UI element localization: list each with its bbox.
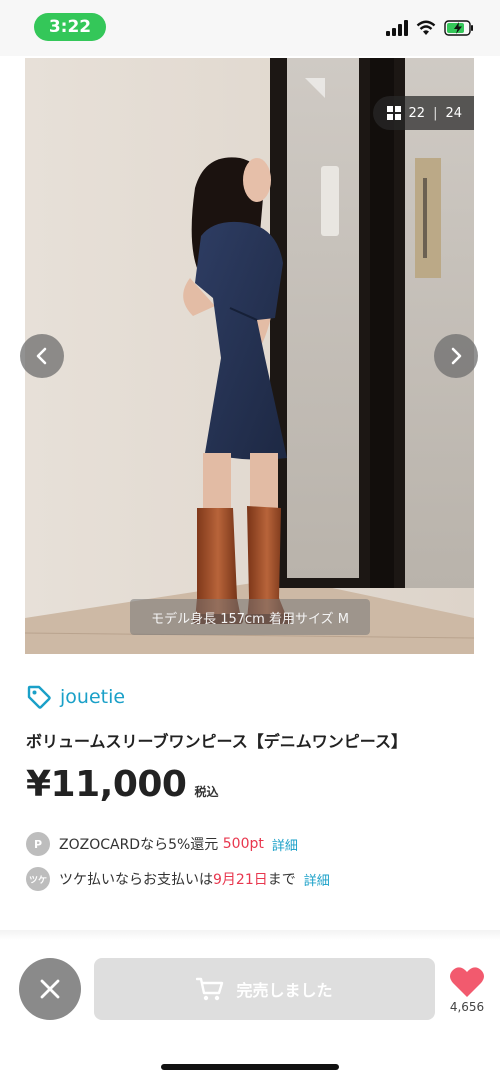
tsuke-date: 9月21日 bbox=[213, 872, 268, 888]
zozocard-text: ZOZOCARDなら5%還元 bbox=[59, 837, 223, 853]
tsuke-icon: ツケ bbox=[26, 867, 50, 891]
favorite-button[interactable]: 4,656 bbox=[445, 966, 489, 1014]
sold-out-label: 完売しました bbox=[236, 981, 333, 1000]
chevron-left-icon bbox=[36, 347, 47, 365]
counter-separator: | bbox=[433, 105, 438, 121]
status-time: 3:22 bbox=[34, 13, 106, 41]
model-size-caption: モデル身長 157cm 着用サイズ M bbox=[130, 599, 370, 635]
favorite-count: 4,656 bbox=[449, 1000, 485, 1014]
tax-label: 税込 bbox=[194, 785, 219, 799]
grid-icon bbox=[386, 106, 401, 120]
tsuke-text-after: まで bbox=[267, 872, 296, 888]
counter-current: 22 bbox=[408, 105, 426, 121]
brand-link[interactable]: jouetie bbox=[26, 684, 125, 710]
status-bar: 3:22 bbox=[0, 0, 500, 56]
product-photo bbox=[25, 58, 474, 654]
wifi-icon bbox=[416, 20, 436, 35]
brand-name[interactable]: jouetie bbox=[60, 686, 125, 708]
tsuke-promo: ツケ ツケ払いならお支払いは 9月21日 まで 詳細 bbox=[26, 866, 330, 892]
zozocard-detail-link[interactable]: 詳細 bbox=[272, 835, 298, 854]
product-price: ¥11,000 bbox=[26, 764, 187, 805]
home-indicator bbox=[161, 1064, 339, 1070]
price-row: ¥11,000 税込 bbox=[26, 764, 218, 805]
battery-charging-icon bbox=[444, 20, 473, 36]
tag-icon bbox=[27, 685, 51, 709]
status-icons bbox=[386, 18, 474, 38]
tsuke-text-before: ツケ払いならお支払いは bbox=[59, 872, 213, 888]
product-title: ボリュームスリーブワンピース【デニムワンピース】 bbox=[26, 732, 407, 751]
close-icon bbox=[40, 979, 60, 999]
next-image-button[interactable] bbox=[434, 334, 478, 378]
bottom-divider bbox=[0, 930, 500, 940]
image-counter[interactable]: 22 | 24 bbox=[372, 96, 474, 130]
product-image[interactable]: 22 | 24 モデル身長 157cm 着用サイズ M bbox=[25, 58, 474, 654]
close-button[interactable] bbox=[19, 958, 81, 1020]
counter-total: 24 bbox=[445, 105, 462, 121]
tsuke-detail-link[interactable]: 詳細 bbox=[304, 870, 330, 889]
chevron-right-icon bbox=[451, 347, 462, 365]
cart-icon bbox=[196, 977, 224, 1001]
previous-image-button[interactable] bbox=[20, 334, 64, 378]
zozocard-promo: P ZOZOCARDなら5%還元 500pt 詳細 bbox=[26, 831, 298, 857]
heart-icon bbox=[450, 967, 484, 997]
points-icon: P bbox=[26, 832, 50, 856]
sold-out-button[interactable]: 完売しました bbox=[94, 958, 435, 1020]
cellular-signal-icon bbox=[386, 20, 408, 36]
zozocard-points: 500pt bbox=[222, 836, 264, 852]
